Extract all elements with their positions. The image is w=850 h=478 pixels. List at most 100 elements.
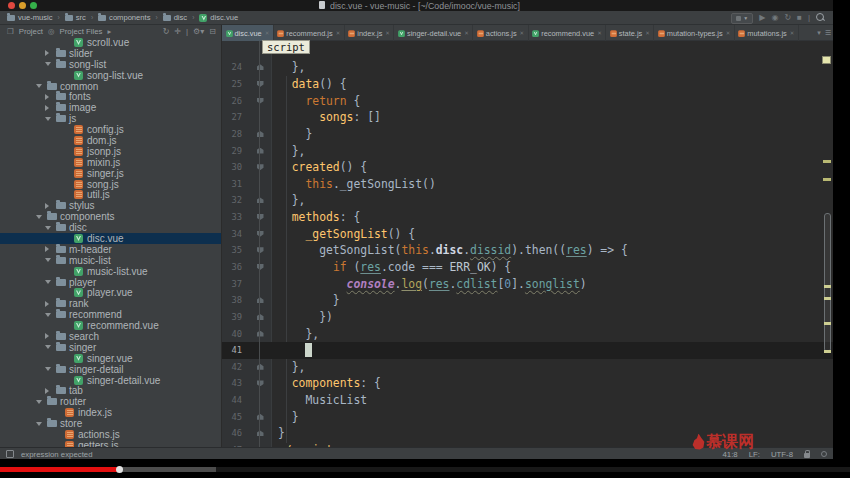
chevron-collapsed-icon[interactable] [45, 246, 49, 252]
tab-close-icon[interactable]: ✕ [464, 30, 469, 36]
breadcrumb-item[interactable]: components [98, 13, 150, 22]
tab-close-icon[interactable]: ✕ [597, 30, 602, 36]
stop-button[interactable]: ■ [797, 11, 802, 25]
line-separator[interactable]: LF: [749, 450, 760, 459]
tree-item-router[interactable]: router [0, 396, 221, 407]
tab-close-icon[interactable]: ✕ [726, 30, 731, 36]
collapse-all-icon[interactable]: ✛ [174, 27, 181, 36]
editor-tab[interactable]: mutation-types.js✕ [654, 25, 734, 41]
tree-item-song-list.vue[interactable]: song-list.vue [0, 70, 221, 81]
warning-mark[interactable] [824, 297, 831, 300]
fold-marker-icon[interactable] [257, 231, 264, 237]
chevron-expanded-icon[interactable] [45, 117, 51, 121]
tab-close-icon[interactable]: ✕ [790, 30, 795, 36]
warning-mark[interactable] [824, 285, 831, 288]
tree-item-image[interactable]: image [0, 102, 221, 113]
editor-tab[interactable]: disc.vue✕ [222, 25, 274, 41]
breadcrumb-item[interactable]: vue-music [7, 13, 53, 22]
tab-dropdown-icon[interactable]: ▾ [817, 29, 821, 37]
chevron-collapsed-icon[interactable] [45, 203, 49, 209]
editor-tab[interactable]: state.js✕ [606, 25, 654, 41]
chevron-expanded-icon[interactable] [45, 258, 51, 262]
file-encoding[interactable]: UTF-8 [771, 450, 793, 459]
tree-item-actions.js[interactable]: actions.js [0, 429, 221, 440]
tree-item-singer-detail.vue[interactable]: singer-detail.vue [0, 375, 221, 386]
lock-icon[interactable] [804, 453, 810, 458]
sync-icon[interactable]: ↻ [163, 27, 170, 36]
tab-close-icon[interactable]: ✕ [385, 30, 390, 36]
tab-close-icon[interactable]: ✕ [265, 30, 270, 36]
hide-panel-icon[interactable]: ⊟ [209, 27, 216, 36]
tree-item-singer[interactable]: singer [0, 342, 221, 353]
fold-marker-icon[interactable] [257, 297, 264, 303]
tree-item-tab[interactable]: tab [0, 386, 221, 397]
chevron-expanded-icon[interactable] [45, 313, 51, 317]
chevron-collapsed-icon[interactable] [45, 301, 49, 307]
coverage-button[interactable]: ◉ [771, 11, 778, 25]
tree-item-player[interactable]: player [0, 277, 221, 288]
tree-item-util.js[interactable]: util.js [0, 189, 221, 200]
tab-close-icon[interactable]: ✕ [336, 30, 341, 36]
fold-marker-icon[interactable] [257, 264, 264, 270]
fold-marker-icon[interactable] [257, 430, 264, 436]
editor-tab[interactable]: mutations.js✕ [735, 25, 799, 41]
fold-marker-icon[interactable] [257, 314, 264, 320]
tree-item-config.js[interactable]: config.js [0, 124, 221, 135]
editor-tab[interactable]: recommend.js✕ [274, 25, 345, 41]
chevron-expanded-icon[interactable] [45, 62, 51, 66]
run-button[interactable]: ▶ [759, 11, 765, 25]
breadcrumb-item[interactable]: disc.vue [199, 13, 238, 22]
chevron-expanded-icon[interactable] [36, 215, 42, 219]
hector-icon[interactable] [821, 451, 827, 457]
tree-item-music-list.vue[interactable]: music-list.vue [0, 266, 221, 277]
chevron-collapsed-icon[interactable] [45, 50, 49, 56]
tree-item-song-list[interactable]: song-list [0, 59, 221, 70]
fold-marker-icon[interactable] [257, 247, 264, 253]
fold-marker-icon[interactable] [257, 214, 264, 220]
tree-item-music-list[interactable]: music-list [0, 255, 221, 266]
chevron-collapsed-icon[interactable] [45, 388, 49, 394]
tree-item-recommend.vue[interactable]: recommend.vue [0, 320, 221, 331]
run-configuration-dropdown[interactable]: ▼ [731, 13, 753, 24]
tree-item-singer-detail[interactable]: singer-detail [0, 364, 221, 375]
chevron-expanded-icon[interactable] [45, 367, 51, 371]
fold-marker-icon[interactable] [257, 148, 264, 154]
zoom-window-icon[interactable] [30, 2, 37, 9]
fold-marker-icon[interactable] [257, 64, 264, 70]
tree-item-js[interactable]: js [0, 113, 221, 124]
tab-close-icon[interactable]: ✕ [645, 30, 650, 36]
tree-item-search[interactable]: search [0, 331, 221, 342]
profile-button[interactable]: ↻ [784, 11, 791, 25]
inspection-indicator[interactable] [822, 56, 831, 64]
fold-marker-icon[interactable] [257, 331, 264, 337]
tree-item-stylus[interactable]: stylus [0, 200, 221, 211]
expand-arrow-icon[interactable]: ▸ [107, 27, 111, 36]
tree-item-index.js[interactable]: index.js [0, 407, 221, 418]
fold-marker-icon[interactable] [257, 197, 264, 203]
editor-tab[interactable]: recommend.vue✕ [529, 25, 607, 41]
fold-marker-icon[interactable] [257, 131, 264, 137]
fold-marker-icon[interactable] [257, 380, 264, 386]
search-icon[interactable] [816, 13, 825, 23]
tree-item-components[interactable]: components [0, 211, 221, 222]
scrollbar-thumb[interactable] [824, 213, 831, 352]
fold-marker-icon[interactable] [257, 98, 264, 104]
progress-handle[interactable] [116, 466, 123, 473]
warning-mark[interactable] [823, 178, 831, 181]
chevron-collapsed-icon[interactable] [45, 94, 49, 100]
tree-item-scroll.vue[interactable]: scroll.vue [0, 37, 221, 48]
breadcrumb-item[interactable]: disc [163, 13, 188, 22]
project-view-label[interactable]: Project [19, 27, 43, 36]
tree-item-player.vue[interactable]: player.vue [0, 287, 221, 298]
tree-item-jsonp.js[interactable]: jsonp.js [0, 146, 221, 157]
tree-item-common[interactable]: common [0, 81, 221, 92]
tab-close-icon[interactable]: ✕ [520, 30, 525, 36]
tree-item-dom.js[interactable]: dom.js [0, 135, 221, 146]
tree-item-m-header[interactable]: m-header [0, 244, 221, 255]
warning-mark[interactable] [823, 160, 831, 163]
chevron-expanded-icon[interactable] [45, 345, 51, 349]
tree-item-store[interactable]: store [0, 418, 221, 429]
project-files-label[interactable]: Project Files [60, 27, 103, 36]
video-progress-bar[interactable] [0, 467, 850, 472]
minimize-window-icon[interactable] [19, 2, 26, 9]
